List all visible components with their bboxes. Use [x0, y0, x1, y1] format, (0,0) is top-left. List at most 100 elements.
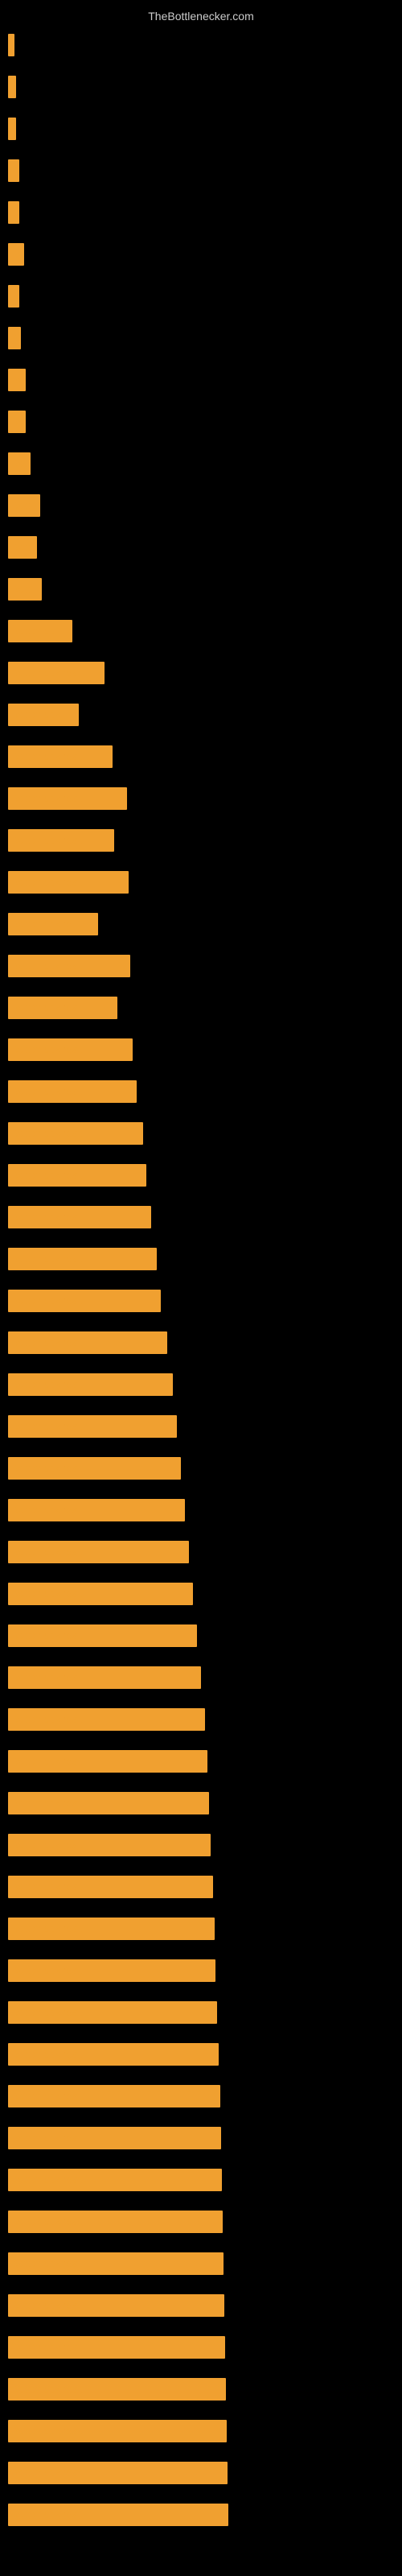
bar: F	[8, 118, 16, 140]
bar-row: Bo	[8, 401, 394, 443]
bar: Bottleneck result	[8, 1164, 146, 1187]
bar-row: Bottleneck result	[8, 1364, 394, 1406]
bar: Bottleneck result	[8, 1583, 193, 1605]
bar-row: Bottlenec	[8, 610, 394, 652]
bar: Bottleneck result	[8, 871, 129, 894]
bar-row: Bottleneck result	[8, 2075, 394, 2117]
bar-row: Bottleneck result	[8, 2033, 394, 2075]
bar: Bottleneck result	[8, 787, 127, 810]
bar-row: Bottleneck result	[8, 1531, 394, 1573]
bar-row: Bottleneck result	[8, 2285, 394, 2326]
bar: Bo	[8, 369, 26, 391]
bar: Bottleneck result	[8, 1959, 215, 1982]
bar-row: Bottl	[8, 485, 394, 526]
bar-row: Bo	[8, 233, 394, 275]
bar-row: Bottleneck result	[8, 1447, 394, 1489]
bar: Bottleneck result	[8, 1038, 133, 1061]
bar: Bott	[8, 536, 37, 559]
bar-row: Bottleneck result	[8, 1824, 394, 1866]
bar: Bottleneck result	[8, 1876, 213, 1898]
bar-row: Bottleneck re	[8, 903, 394, 945]
bar: Bottleneck	[8, 704, 79, 726]
bar-row: Bottleneck result	[8, 1238, 394, 1280]
bar: Bottleneck res	[8, 662, 105, 684]
bar: Bottleneck result	[8, 1248, 157, 1270]
bar: Bottleneck resu	[8, 745, 113, 768]
bar: Bottl	[8, 578, 42, 601]
bar: Bottleneck result	[8, 1290, 161, 1312]
bar: Bottlenec	[8, 620, 72, 642]
bar-row: Bottleneck result	[8, 1154, 394, 1196]
bar-row: Bottleneck result	[8, 1615, 394, 1657]
bar-row: Bottleneck result	[8, 945, 394, 987]
bar-row: Bottleneck resu	[8, 819, 394, 861]
bar-row: Bottleneck result	[8, 1740, 394, 1782]
bar-row: Bottleneck result	[8, 861, 394, 903]
bar: Bottleneck result	[8, 2336, 225, 2359]
bar: Bottleneck result	[8, 1834, 211, 1856]
bar-row: Bott	[8, 526, 394, 568]
bar-row: Bottleneck result	[8, 1489, 394, 1531]
bar-row: Bottleneck result	[8, 2494, 394, 2536]
bar: Bottleneck result	[8, 1541, 189, 1563]
bar: Bottleneck result	[8, 2462, 228, 2484]
bar-row: Bottleneck result	[8, 1029, 394, 1071]
bar: Bottleneck result	[8, 1666, 201, 1689]
bar: Bot	[8, 452, 31, 475]
bar-row: B	[8, 150, 394, 192]
bar: Bottleneck result	[8, 2420, 227, 2442]
bar: Bottl	[8, 494, 40, 517]
bar: Bottleneck result	[8, 1457, 181, 1480]
bar-row: F	[8, 108, 394, 150]
bar-row: Bottleneck result	[8, 1322, 394, 1364]
bar: Bottleneck re	[8, 913, 98, 935]
bar: Bottleneck result	[8, 2043, 219, 2066]
bar-row: Bottleneck result	[8, 1950, 394, 1992]
bar: Bottleneck result	[8, 1415, 177, 1438]
bar: Bottleneck result	[8, 1792, 209, 1814]
bar: Bottleneck resu	[8, 997, 117, 1019]
bar: Bo	[8, 243, 24, 266]
bar: Bottleneck result	[8, 1122, 143, 1145]
bar-row: Bottleneck result	[8, 778, 394, 819]
bar-row: Bottleneck result	[8, 2117, 394, 2159]
bar-row: Bottleneck result	[8, 2452, 394, 2494]
bar: Bottleneck result	[8, 955, 130, 977]
bar-row: Bottleneck result	[8, 2326, 394, 2368]
bar: B	[8, 285, 19, 308]
bar-row: Bottleneck resu	[8, 736, 394, 778]
bar: Bottleneck resu	[8, 829, 114, 852]
bars-container: FFBBBoBBBoBoBotBottlBottBottlBottlenecBo…	[0, 24, 402, 2536]
bar: Bottleneck result	[8, 2169, 222, 2191]
bar: Bottleneck result	[8, 2378, 226, 2401]
bar: Bottleneck result	[8, 1708, 205, 1731]
bar: Bottleneck result	[8, 1373, 173, 1396]
bar: B	[8, 327, 21, 349]
bar-row: Bot	[8, 443, 394, 485]
bar: B	[8, 201, 19, 224]
bar: Bottleneck result	[8, 1499, 185, 1521]
bar: Bottleneck result	[8, 2252, 224, 2275]
bar-row: Bottl	[8, 568, 394, 610]
bar-row: F	[8, 66, 394, 108]
bar-row: Bottleneck result	[8, 2410, 394, 2452]
bar-row: B	[8, 275, 394, 317]
bar-row: Bottleneck result	[8, 1113, 394, 1154]
bar-row: Bottleneck res	[8, 652, 394, 694]
bar-row: Bottleneck resu	[8, 987, 394, 1029]
bar-row: Bottleneck result	[8, 1406, 394, 1447]
bar-row: Bottleneck result	[8, 1782, 394, 1824]
bar: Bottleneck result	[8, 2211, 223, 2233]
bar-row: Bottleneck result	[8, 2159, 394, 2201]
bar-row: Bottleneck result	[8, 2201, 394, 2243]
bar: Bottleneck result	[8, 2127, 221, 2149]
bar-row: Bottleneck result	[8, 2368, 394, 2410]
bar: Bottleneck result	[8, 2294, 224, 2317]
bar: Bottleneck result	[8, 2504, 228, 2526]
bar	[8, 34, 14, 56]
bar: Bottleneck result	[8, 2001, 217, 2024]
bar: Bottleneck result	[8, 1331, 167, 1354]
bar-row	[8, 24, 394, 66]
bar-row: Bottleneck result	[8, 2243, 394, 2285]
bar: Bottleneck result	[8, 2085, 220, 2107]
